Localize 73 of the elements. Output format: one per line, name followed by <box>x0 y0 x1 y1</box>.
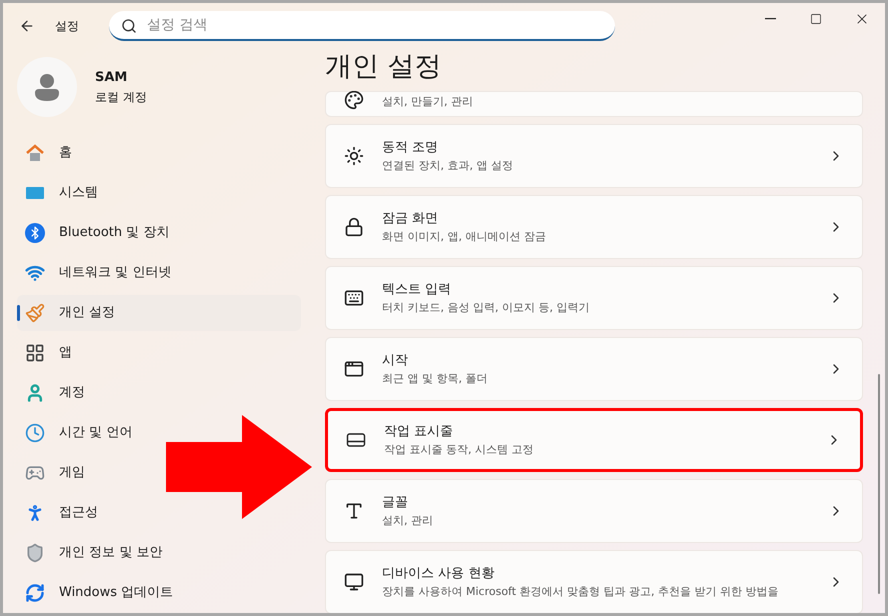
card-description: 설치, 관리 <box>382 512 434 528</box>
sidebar-item[interactable]: 앱 <box>17 335 80 371</box>
shield-icon <box>25 543 45 563</box>
sidebar-label: 홈 <box>59 144 72 162</box>
sidebar-label: Windows 업데이트 <box>59 584 174 602</box>
card-title: 동적 조명 <box>382 139 440 157</box>
settings-card[interactable]: 동적 조명 연결된 장치, 효과, 앱 설정 <box>325 124 863 188</box>
card-description: 장치를 사용하여 Microsoft 환경에서 맞춤형 팁과 광고, 추천을 받기 위한 방법을 <box>382 584 780 600</box>
person-icon <box>25 383 45 403</box>
apps-icon <box>25 343 45 363</box>
sidebar-label: Bluetooth 및 장치 <box>59 224 170 242</box>
sidebar-item[interactable]: Bluetooth 및 장치 <box>17 215 178 251</box>
settings-card[interactable]: 텍스트 입력 터치 키보드, 음성 입력, 이모지 등, 입력기 <box>325 266 863 330</box>
sidebar-label: 개인 정보 및 보안 <box>59 544 162 562</box>
settings-card[interactable]: 시작 최근 앱 및 항목, 폴더 <box>325 337 863 401</box>
brush-icon <box>25 303 45 323</box>
sidebar-item[interactable]: 개인 설정 <box>17 295 301 331</box>
start-icon <box>344 359 364 379</box>
bluetooth-icon <box>25 223 45 243</box>
sidebar-item[interactable]: 개인 정보 및 보안 <box>17 535 170 571</box>
card-description: 최근 앱 및 항목, 폴더 <box>382 370 488 386</box>
sidebar-label: 시간 및 언어 <box>59 424 132 442</box>
account-type: 로컬 계정 <box>95 88 147 106</box>
device-icon <box>344 572 364 592</box>
sidebar-item[interactable]: 네트워크 및 인터넷 <box>17 255 180 291</box>
card-description: 터치 키보드, 음성 입력, 이모지 등, 입력기 <box>382 300 590 316</box>
scrollbar[interactable] <box>878 374 880 594</box>
card-description: 화면 이미지, 앱, 애니메이션 잠금 <box>382 228 547 244</box>
sidebar-label: 네트워크 및 인터넷 <box>59 264 172 282</box>
refresh-icon <box>25 583 45 603</box>
settings-card[interactable]: 디바이스 사용 현황 장치를 사용하여 Microsoft 환경에서 맞춤형 팁과 광고, 추천을 받기 위한 방법을 <box>325 550 863 613</box>
window-title: 설정 <box>55 18 79 35</box>
back-icon[interactable] <box>19 18 35 34</box>
card-title: 텍스트 입력 <box>382 281 452 299</box>
sidebar-item[interactable]: 시스템 <box>17 175 106 211</box>
account-name: SAM <box>95 69 128 88</box>
search-icon <box>121 18 137 34</box>
sidebar-item[interactable]: 시간 및 언어 <box>17 415 140 451</box>
sidebar-item[interactable]: Windows 업데이트 <box>17 575 182 611</box>
settings-card[interactable]: 잠금 화면 화면 이미지, 앱, 애니메이션 잠금 <box>325 195 863 259</box>
settings-card[interactable]: 설치, 만들기, 관리 <box>325 91 863 117</box>
sidebar-label: 접근성 <box>59 504 98 522</box>
card-description: 연결된 장치, 효과, 앱 설정 <box>382 158 514 174</box>
sidebar-item[interactable]: 계정 <box>17 375 93 411</box>
page-title: 개인 설정 <box>325 50 443 84</box>
clock-icon <box>25 423 45 443</box>
settings-card[interactable]: 글꼴 설치, 관리 <box>325 479 863 543</box>
sidebar-label: 게임 <box>59 464 85 482</box>
card-title: 시작 <box>382 352 409 370</box>
card-title: 잠금 화면 <box>382 210 440 228</box>
minimize-icon <box>764 18 776 20</box>
sidebar-label: 앱 <box>59 344 72 362</box>
settings-card[interactable]: 작업 표시줄 작업 표시줄 동작, 시스템 고정 <box>325 408 863 472</box>
palette-icon <box>344 91 364 110</box>
sun-icon <box>344 146 364 166</box>
maximize-icon <box>810 13 822 25</box>
sidebar-label: 개인 설정 <box>59 304 116 322</box>
card-description: 작업 표시줄 동작, 시스템 고정 <box>384 442 534 458</box>
card-title: 글꼴 <box>382 494 409 512</box>
sidebar-item[interactable]: 홈 <box>17 135 80 171</box>
sidebar-label: 시스템 <box>59 184 98 202</box>
wifi-icon <box>25 263 45 283</box>
home-icon <box>25 143 45 163</box>
lock-icon <box>344 217 364 237</box>
card-title: 디바이스 사용 현황 <box>382 565 496 583</box>
sidebar-item[interactable]: 게임 <box>17 455 93 491</box>
card-description: 설치, 만들기, 관리 <box>382 94 474 110</box>
sidebar-label: 계정 <box>59 384 85 402</box>
search-field[interactable]: 설정 검색 <box>109 11 615 41</box>
font-icon <box>344 501 364 521</box>
sidebar-item[interactable]: 접근성 <box>17 495 106 531</box>
keyboard-icon <box>344 288 364 308</box>
card-title: 작업 표시줄 <box>384 423 454 441</box>
